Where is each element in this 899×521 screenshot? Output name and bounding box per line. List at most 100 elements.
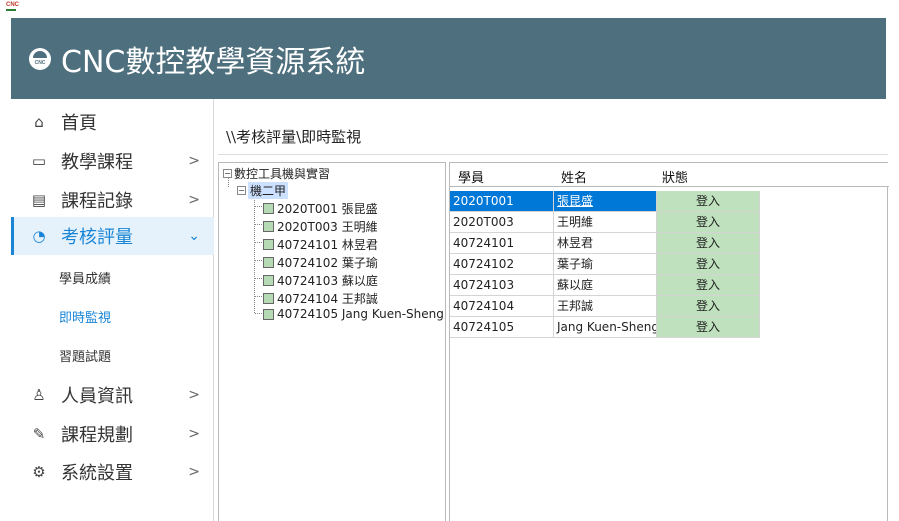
tree-group-label: 機二甲 xyxy=(248,182,289,199)
sidebar-item-label: 人員資訊 xyxy=(61,385,133,407)
cell-student-id[interactable]: 40724102 xyxy=(450,254,554,275)
tree-student-node[interactable]: 40724104 王邦誠 xyxy=(263,290,378,307)
cell-name[interactable]: 蘇以庭 xyxy=(554,275,657,296)
grid-header: 學員 姓名 狀態 xyxy=(450,163,889,187)
cell-name[interactable]: 王明維 xyxy=(554,212,657,233)
cell-student-id[interactable]: 40724104 xyxy=(450,296,554,317)
student-status-icon xyxy=(263,239,274,250)
tree-root-node[interactable]: − 數控工具機與實習 xyxy=(223,165,330,182)
sidebar-item-personnel[interactable]: ♙ 人員資訊 > xyxy=(11,375,214,414)
table-row[interactable]: 2020T001 張昆盛 登入 xyxy=(450,191,760,212)
cell-name[interactable]: 林昱君 xyxy=(554,233,657,254)
tree-student-label: 40724104 王邦誠 xyxy=(277,292,378,306)
student-status-icon xyxy=(263,257,274,268)
chevron-right-icon: > xyxy=(188,152,200,169)
cell-status[interactable]: 登入 xyxy=(657,212,760,233)
cell-student-id[interactable]: 40724103 xyxy=(450,275,554,296)
table-row[interactable]: 40724101 林昱君 登入 xyxy=(450,233,760,254)
student-status-icon xyxy=(263,308,274,320)
divider xyxy=(218,154,888,155)
tree-root-label: 數控工具機與實習 xyxy=(234,167,331,181)
tree-student-node[interactable]: 40724103 蘇以庭 xyxy=(263,272,378,289)
sidebar-item-label: 系統設置 xyxy=(61,462,133,484)
sidebar-item-course-planning[interactable]: ✎ 課程規劃 > xyxy=(11,414,214,453)
student-status-icon xyxy=(263,293,274,304)
student-status-icon xyxy=(263,275,274,286)
sidebar-subitem-student-grades[interactable]: 學員成績 xyxy=(59,268,111,287)
collapse-icon[interactable]: − xyxy=(237,186,246,195)
collapse-icon[interactable]: − xyxy=(223,169,232,178)
student-status-icon xyxy=(263,221,274,232)
table-row[interactable]: 40724103 蘇以庭 登入 xyxy=(450,275,760,296)
cell-student-id[interactable]: 40724105 xyxy=(450,317,554,338)
tree-student-node[interactable]: 2020T003 王明維 xyxy=(263,218,378,235)
sidebar-item-courses[interactable]: ▭ 教學課程 > xyxy=(11,141,214,180)
chevron-right-icon: > xyxy=(188,463,200,480)
tree-student-label: 2020T001 張昆盛 xyxy=(277,202,378,216)
class-tree-view[interactable]: − 數控工具機與實習 − 機二甲 2020T001 張昆盛 2020T003 王… xyxy=(218,162,446,521)
tree-student-label: 40724102 葉子瑜 xyxy=(277,256,378,270)
sidebar-item-label: 課程規劃 xyxy=(61,424,133,446)
sidebar-item-system-settings[interactable]: ⚙ 系統設置 > xyxy=(11,452,214,491)
document-icon: ▤ xyxy=(31,190,47,209)
helmet-logo-icon: CNC xyxy=(29,47,51,70)
column-header-name[interactable]: 姓名 xyxy=(561,167,587,186)
sidebar-item-label: 首頁 xyxy=(61,112,97,134)
sidebar-item-assessment[interactable]: ◔ 考核評量 ⌄ xyxy=(11,217,214,255)
table-row[interactable]: 40724102 葉子瑜 登入 xyxy=(450,254,760,275)
app-header: CNC CNC數控教學資源系統 xyxy=(11,18,886,99)
chevron-right-icon: > xyxy=(188,425,200,442)
cell-name[interactable]: 王邦誠 xyxy=(554,296,657,317)
cell-student-id[interactable]: 40724101 xyxy=(450,233,554,254)
tree-student-node[interactable]: 40724105 Jang Kuen-Sheng xyxy=(263,307,444,321)
chevron-right-icon: > xyxy=(188,191,200,208)
chevron-right-icon: > xyxy=(188,386,200,403)
student-status-icon xyxy=(263,203,274,214)
table-row[interactable]: 40724105 Jang Kuen-Sheng 登入 xyxy=(450,317,760,338)
home-icon: ⌂ xyxy=(34,112,44,131)
pencil-icon: ✎ xyxy=(32,424,46,443)
tree-student-label: 40724103 蘇以庭 xyxy=(277,274,378,288)
tree-group-node[interactable]: − 機二甲 xyxy=(237,182,289,199)
sidebar-subitem-live-monitor[interactable]: 即時監視 xyxy=(59,307,111,326)
table-row[interactable]: 2020T003 王明維 登入 xyxy=(450,212,760,233)
chevron-down-icon: ⌄ xyxy=(188,228,200,244)
sidebar-item-label: 考核評量 xyxy=(61,227,133,248)
app-window-icon-label: CNC xyxy=(6,2,19,8)
tree-student-label: 40724101 林昱君 xyxy=(277,238,378,252)
cell-name[interactable]: Jang Kuen-Sheng xyxy=(554,317,657,338)
cell-name-text: 張昆盛 xyxy=(557,194,594,208)
sidebar-item-home[interactable]: ⌂ 首頁 xyxy=(11,102,214,141)
sidebar-item-course-records[interactable]: ▤ 課程記錄 > xyxy=(11,180,214,219)
cell-student-id[interactable]: 2020T003 xyxy=(450,212,554,233)
app-window-icon: CNC xyxy=(6,2,20,12)
sidebar-item-label: 教學課程 xyxy=(61,151,133,173)
tree-student-node[interactable]: 40724102 葉子瑜 xyxy=(263,254,378,271)
column-header-status[interactable]: 狀態 xyxy=(662,167,688,186)
app-title: CNC數控教學資源系統 xyxy=(61,44,366,80)
app-window: CNC CNC CNC數控教學資源系統 ⌂ 首頁 ▭ 教學課程 > ▤ 課程記錄… xyxy=(0,0,899,521)
student-status-grid[interactable]: 學員 姓名 狀態 2020T001 張昆盛 登入 2020T003 王明維 登入… xyxy=(449,162,889,521)
person-icon: ♙ xyxy=(32,385,46,404)
cell-status[interactable]: 登入 xyxy=(657,275,760,296)
cell-status[interactable]: 登入 xyxy=(657,317,760,338)
cell-status[interactable]: 登入 xyxy=(657,191,760,212)
cell-status[interactable]: 登入 xyxy=(657,296,760,317)
cell-name[interactable]: 葉子瑜 xyxy=(554,254,657,275)
tree-student-label: 2020T003 王明維 xyxy=(277,220,378,234)
sidebar-subitem-exercises[interactable]: 習題試題 xyxy=(59,346,111,365)
gear-icon: ⚙ xyxy=(32,462,46,481)
cell-status[interactable]: 登入 xyxy=(657,254,760,275)
column-header-student-id[interactable]: 學員 xyxy=(458,167,484,186)
cell-name[interactable]: 張昆盛 xyxy=(554,191,657,212)
cell-status[interactable]: 登入 xyxy=(657,233,760,254)
sidebar-item-label: 課程記錄 xyxy=(61,190,133,212)
tree-student-label: 40724105 Jang Kuen-Sheng xyxy=(277,307,444,321)
tree-student-node[interactable]: 2020T001 張昆盛 xyxy=(263,200,378,217)
cell-student-id[interactable]: 2020T001 xyxy=(450,191,554,212)
sidebar: ⌂ 首頁 ▭ 教學課程 > ▤ 課程記錄 > ◔ 考核評量 ⌄ 學員成績 即時監… xyxy=(11,99,214,521)
table-row[interactable]: 40724104 王邦誠 登入 xyxy=(450,296,760,317)
breadcrumb: \\考核評量\即時監視 xyxy=(226,128,362,146)
tree-student-node[interactable]: 40724101 林昱君 xyxy=(263,236,378,253)
course-icon: ▭ xyxy=(31,151,47,170)
